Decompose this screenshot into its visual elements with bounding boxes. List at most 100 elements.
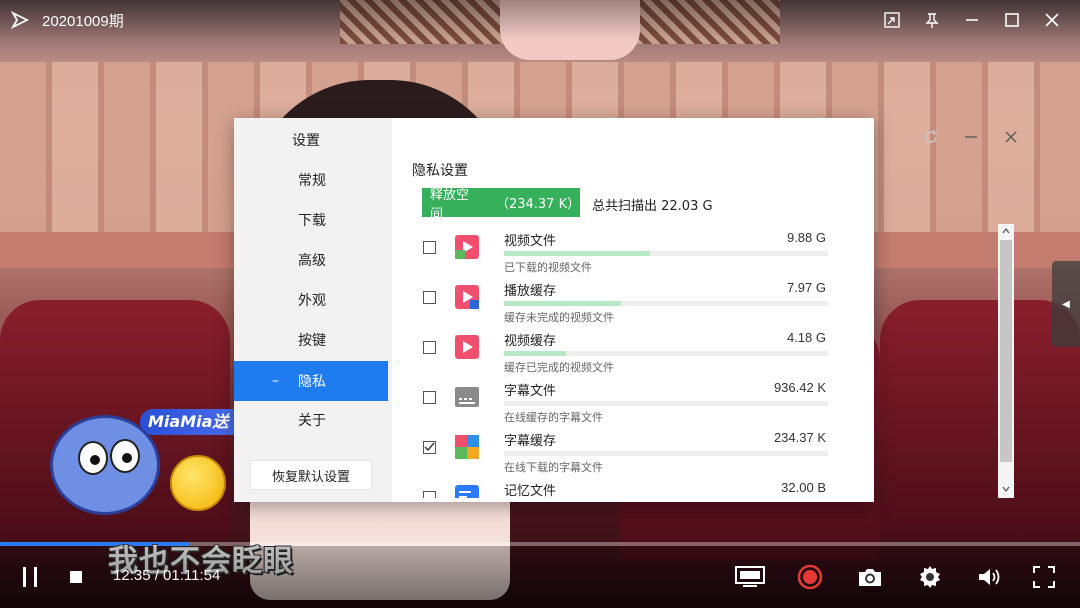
nav-item-hotkeys[interactable]: 按键 — [234, 320, 388, 360]
section-title: 隐私设置 — [412, 163, 468, 179]
item-name: 视频缓存 — [504, 334, 557, 349]
record-icon[interactable] — [792, 546, 828, 608]
item-usage-fill — [504, 301, 621, 306]
settings-nav: 设置 常规 下载 高级 外观 按键 – 隐私 关于 恢复默认设置 — [234, 118, 392, 502]
item-size: 936.42 K — [773, 380, 826, 395]
nav-item-label: 下载 — [298, 213, 326, 229]
pin-icon[interactable] — [912, 4, 952, 36]
player-logo-icon[interactable] — [10, 10, 30, 30]
item-size: 32.00 B — [781, 480, 826, 495]
close-icon[interactable] — [1032, 4, 1072, 36]
side-panel-toggle[interactable]: ◀ — [1052, 261, 1080, 347]
free-space-button[interactable]: 释放空间 （234.37 K） — [422, 188, 581, 222]
control-bar: 12:35 / 01:11:54 — [0, 546, 1080, 608]
cache-list: 视频文件 9.88 G 已下载的视频文件 播放缓存 7.97 G 缓存未完成的视… — [416, 224, 856, 498]
item-usage-bar — [504, 451, 828, 456]
title-bar: 20201009期 — [0, 0, 1080, 40]
item-size: 4.18 G — [786, 330, 826, 345]
item-name: 字幕缓存 — [504, 434, 557, 449]
item-checkbox[interactable] — [423, 441, 436, 454]
video-title: 20201009期 — [42, 12, 124, 30]
maximize-icon[interactable] — [992, 4, 1032, 36]
stop-icon[interactable] — [64, 546, 88, 608]
item-usage-bar — [504, 351, 828, 356]
scroll-down-icon[interactable] — [998, 482, 1014, 496]
active-marker: – — [272, 373, 279, 389]
free-space-size: （234.37 K） — [495, 197, 581, 212]
nav-item-advanced[interactable]: 高级 — [234, 240, 388, 280]
item-name: 视频文件 — [504, 234, 557, 249]
item-usage-bar — [504, 401, 828, 406]
item-checkbox[interactable] — [423, 491, 436, 498]
settings-dialog: 设置 常规 下载 高级 外观 按键 – 隐私 关于 恢复默认设置 隐私设置 释放… — [234, 118, 1017, 502]
dialog-close-icon[interactable] — [998, 126, 1024, 148]
nav-item-appearance[interactable]: 外观 — [234, 280, 388, 320]
camera-icon[interactable] — [852, 546, 888, 608]
refresh-icon[interactable] — [918, 126, 944, 148]
wink-emoji-icon — [170, 455, 226, 511]
nav-item-label: 外观 — [298, 293, 326, 309]
list-item: 字幕文件 936.42 K 在线缓存的字幕文件 — [416, 374, 828, 424]
scroll-up-icon[interactable] — [998, 224, 1014, 238]
item-name: 字幕文件 — [504, 384, 557, 399]
list-item: 视频缓存 4.18 G 缓存已完成的视频文件 — [416, 324, 828, 374]
video-file-icon — [455, 235, 479, 259]
nav-item-privacy[interactable]: – 隐私 — [234, 361, 388, 401]
sticker-eye — [110, 439, 140, 473]
item-usage-bar — [504, 301, 828, 306]
item-size: 234.37 K — [773, 430, 826, 445]
item-description: 缓存未完成的视频文件 — [504, 311, 614, 324]
item-description: 缓存已完成的视频文件 — [504, 361, 614, 374]
nav-item-label: 常规 — [298, 173, 326, 189]
nav-item-label: 高级 — [298, 253, 326, 269]
window-controls — [872, 4, 1072, 36]
sticker-eye — [78, 441, 108, 475]
total-scanned: 总共扫描出 22.03 G — [592, 199, 713, 214]
item-checkbox[interactable] — [423, 241, 436, 254]
dialog-minimize-icon[interactable] — [958, 126, 984, 148]
video-sticker: MiaMia送 — [30, 395, 330, 525]
item-size: 9.88 G — [786, 230, 826, 245]
nav-item-label: 按键 — [298, 333, 326, 349]
list-item: 记忆文件 32.00 B — [416, 474, 828, 498]
item-description: 已下载的视频文件 — [504, 261, 592, 274]
item-usage-fill — [504, 351, 566, 356]
nav-item-label: 隐私 — [298, 374, 326, 390]
memory-file-icon — [455, 485, 479, 498]
play-cache-icon — [455, 285, 479, 309]
item-checkbox[interactable] — [423, 341, 436, 354]
subtitle-cache-icon — [455, 435, 479, 459]
screen-mode-icon[interactable] — [732, 546, 768, 608]
item-size: 7.97 G — [786, 280, 826, 295]
item-name: 播放缓存 — [504, 284, 557, 299]
video-cache-icon — [455, 335, 479, 359]
minimize-icon[interactable] — [952, 4, 992, 36]
nav-item-label: 关于 — [298, 413, 326, 429]
nav-item-general[interactable]: 常规 — [234, 160, 388, 200]
pause-icon[interactable] — [14, 546, 46, 608]
nav-item-download[interactable]: 下载 — [234, 200, 388, 240]
video-seat — [880, 300, 1080, 540]
subtitle-file-icon — [455, 387, 479, 407]
list-item: 字幕缓存 234.37 K 在线下载的字幕文件 — [416, 424, 828, 474]
settings-nav-title: 设置 — [292, 133, 320, 149]
item-checkbox[interactable] — [423, 291, 436, 304]
item-usage-bar — [504, 251, 828, 256]
fullscreen-icon[interactable] — [1028, 546, 1060, 608]
settings-gear-icon[interactable] — [912, 546, 948, 608]
nav-item-about[interactable]: 关于 — [234, 400, 388, 440]
item-checkbox[interactable] — [423, 391, 436, 404]
mini-mode-icon[interactable] — [872, 4, 912, 36]
item-name: 记忆文件 — [504, 484, 557, 498]
privacy-settings-panel: 隐私设置 释放空间 （234.37 K） 总共扫描出 22.03 G 视频文件 … — [392, 118, 1017, 502]
triangle-left-icon: ◀ — [1062, 298, 1070, 310]
scrollbar-thumb[interactable] — [1000, 240, 1012, 462]
list-item: 播放缓存 7.97 G 缓存未完成的视频文件 — [416, 274, 828, 324]
list-item: 视频文件 9.88 G 已下载的视频文件 — [416, 224, 828, 274]
item-description: 在线下载的字幕文件 — [504, 461, 603, 474]
volume-icon[interactable] — [972, 546, 1008, 608]
list-scrollbar[interactable] — [998, 224, 1014, 498]
reset-defaults-button[interactable]: 恢复默认设置 — [250, 460, 372, 490]
item-description: 在线缓存的字幕文件 — [504, 411, 603, 424]
free-space-label: 释放空间 — [430, 187, 470, 222]
